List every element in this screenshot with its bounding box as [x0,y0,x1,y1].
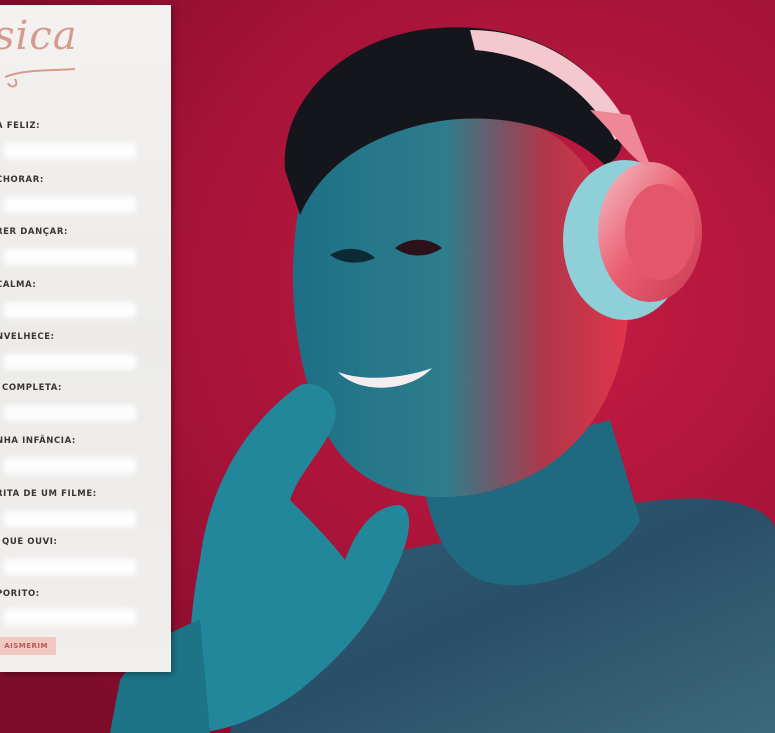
face [292,106,629,498]
card-title: sica [0,13,78,59]
answer-line-3 [4,249,136,265]
prompt-2: CHORAR: [0,175,44,185]
prompt-3: RER DANÇAR: [0,227,68,237]
answer-line-8 [4,511,136,527]
answer-line-9 [4,559,136,575]
prompt-9: QUE OUVI: [2,537,58,547]
signature-badge: AISMERIM [0,637,56,655]
prompt-4: CALMA: [0,280,37,290]
answer-line-2 [4,197,136,213]
answer-line-4 [4,302,136,318]
answer-line-1 [4,143,136,159]
prompt-10: PORITO: [0,589,40,599]
answer-line-10 [4,609,136,625]
prompt-5: NVELHECE: [0,332,55,342]
answer-line-5 [4,354,136,370]
prompt-8: RITA DE UM FILME: [0,489,97,499]
answer-line-7 [4,458,136,474]
prompt-6: COMPLETA: [2,383,63,393]
music-challenge-card: sica A FELIZ: CHORAR: RER DANÇAR: CALMA:… [0,5,171,672]
answer-line-6 [4,405,136,421]
flourish-icon [4,68,76,88]
prompt-1: A FELIZ: [0,121,41,131]
prompt-7: NHA INFÂNCIA: [0,436,76,446]
